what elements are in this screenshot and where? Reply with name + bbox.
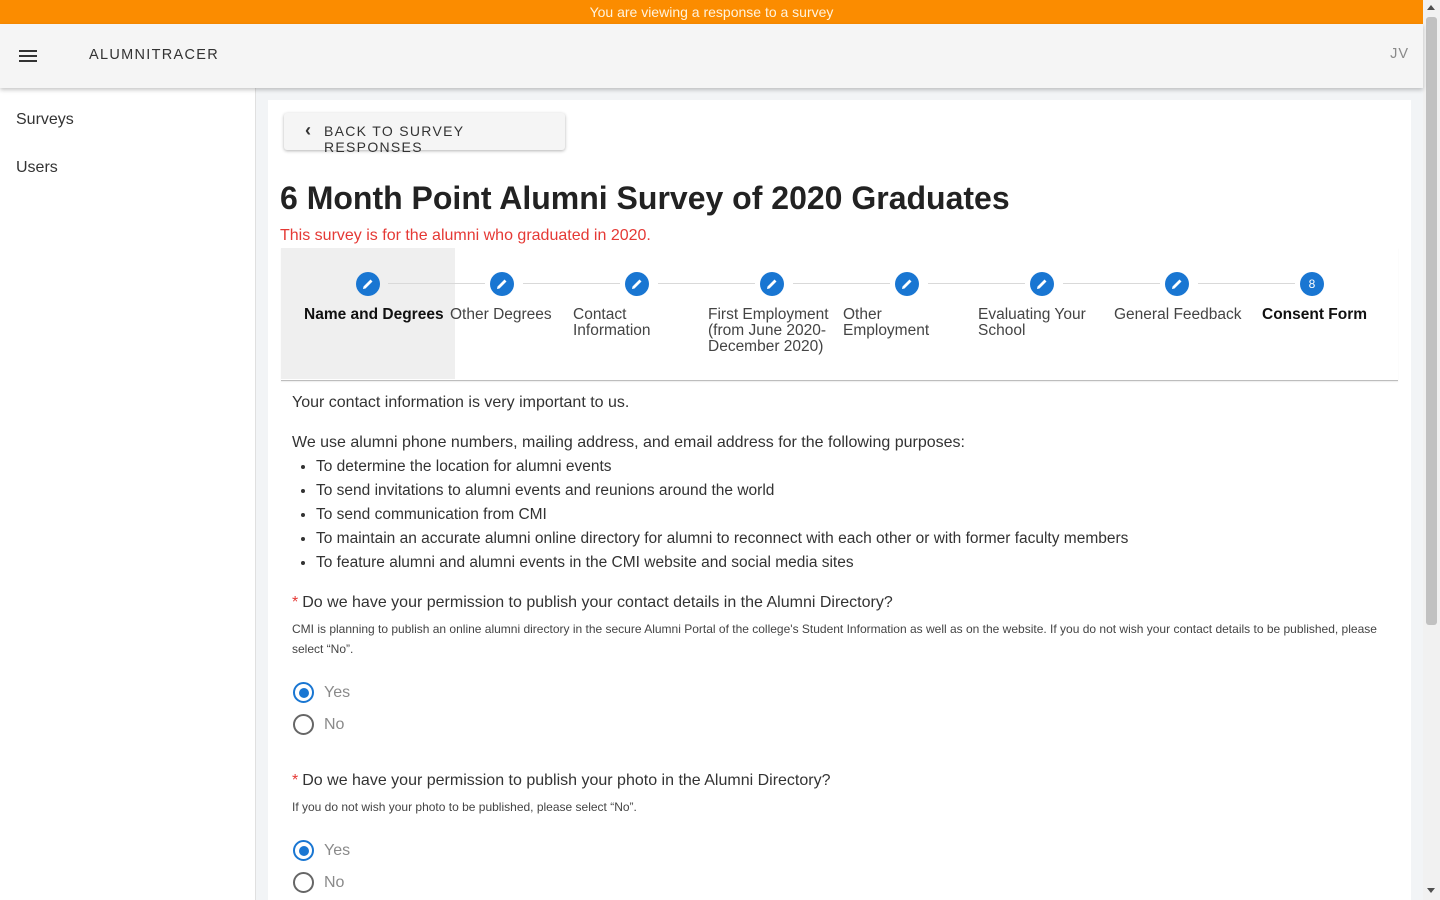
survey-subtitle: This survey is for the alumni who gradua… [280,227,651,244]
app-title: ALUMNITRACER [89,47,219,63]
step-4-edit-icon[interactable] [760,272,784,296]
radio-label: No [324,874,345,891]
menu-icon[interactable] [12,40,44,72]
required-marker: * [292,594,299,611]
question-hint: If you do not wish your photo to be publ… [292,800,637,814]
purposes-intro: We use alumni phone numbers, mailing add… [292,434,965,451]
step-7-edit-icon[interactable] [1165,272,1189,296]
step-label-name-and-degrees[interactable]: Name and Degrees [304,307,444,323]
step-3-edit-icon[interactable] [625,272,649,296]
question-text: Do we have your permission to publish yo… [302,594,893,611]
step-label-other-employment[interactable]: Other Employment [843,307,943,339]
page-scrollbar[interactable] [1423,0,1440,900]
survey-title: 6 Month Point Alumni Survey of 2020 Grad… [280,180,1010,216]
radio-label: Yes [324,842,351,859]
step-label-contact-information[interactable]: Contact Information [573,307,668,339]
step-connector [793,283,890,284]
radio-button-checked[interactable] [293,840,314,861]
sidebar-item-users[interactable]: Users [0,148,254,188]
list-item: To send invitations to alumni events and… [316,479,1128,503]
step-label-general-feedback[interactable]: General Feedback [1114,307,1249,323]
step-connector [1198,283,1295,284]
step-2-edit-icon[interactable] [490,272,514,296]
scroll-up-arrow-icon[interactable] [1427,5,1435,10]
radio-button-unchecked[interactable] [293,714,314,735]
question-hint: CMI is planning to publish an online alu… [292,622,1377,656]
list-item: To send communication from CMI [316,503,1128,527]
step-1-edit-icon[interactable] [356,272,380,296]
step-connector [1063,283,1160,284]
step-label-other-degrees[interactable]: Other Degrees [450,307,580,323]
scroll-down-arrow-icon[interactable] [1427,888,1435,893]
list-item: To feature alumni and alumni events in t… [316,551,1128,575]
scrollbar-thumb[interactable] [1426,17,1437,625]
back-to-survey-responses-button[interactable]: ‹ BACK TO SURVEY RESPONSES [284,113,565,155]
contact-info-intro: Your contact information is very importa… [292,394,630,411]
step-label-consent-form[interactable]: Consent Form [1262,307,1387,323]
step-8-number-badge[interactable]: 8 [1300,272,1324,296]
required-marker: * [292,772,299,789]
step-connector [928,283,1025,284]
user-avatar[interactable]: JV [1390,46,1409,62]
back-button-label: BACK TO SURVEY RESPONSES [324,123,465,155]
survey-stepper: Name and Degrees Other Degrees Contact I… [281,248,1398,381]
purposes-list: To determine the location for alumni eve… [292,455,1128,575]
radio-button-checked[interactable] [293,682,314,703]
list-item: To maintain an accurate alumni online di… [316,527,1128,551]
radio-label: Yes [324,684,351,701]
sidebar: Surveys Users [0,88,256,900]
step-5-edit-icon[interactable] [895,272,919,296]
question-photo: * Do we have your permission to publish y… [292,772,831,790]
question-contact-details: * Do we have your permission to publish y… [292,594,893,612]
step-6-edit-icon[interactable] [1030,272,1054,296]
chevron-left-icon: ‹ [305,120,313,140]
radio-button-unchecked[interactable] [293,872,314,893]
radio-label: No [324,716,345,733]
question-text: Do we have your permission to publish yo… [302,772,831,789]
step-label-first-employment[interactable]: First Employment (from June 2020-Decembe… [708,307,838,355]
sidebar-item-surveys[interactable]: Surveys [0,100,254,140]
viewing-response-banner: You are viewing a response to a survey [0,0,1423,24]
step-connector [523,283,620,284]
app-bar: ALUMNITRACER JV [0,24,1423,88]
step-connector [388,283,485,284]
list-item: To determine the location for alumni eve… [316,455,1128,479]
step-label-evaluating-your-school[interactable]: Evaluating Your School [978,307,1098,339]
step-connector [658,283,755,284]
